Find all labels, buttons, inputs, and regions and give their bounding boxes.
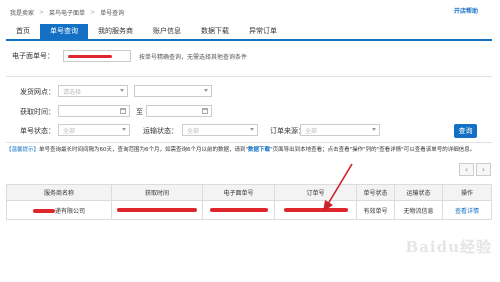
redacted-waybill-value [68,54,112,58]
transport-label-row: 运输状态： [143,126,178,136]
provider-suffix: 递有限公司 [54,207,85,215]
branch-placeholder: 请选择 [63,88,82,96]
search-button[interactable]: 查询 [454,124,477,138]
tab-waybill-query[interactable]: 单号查询 [40,24,88,39]
waybill-input[interactable] [63,50,131,62]
cell-actions: 查看详情 [442,200,492,220]
branch-select-city[interactable] [134,85,212,97]
end-date-input[interactable] [146,105,212,117]
arrow-shaft [327,163,353,205]
tab-home[interactable]: 首页 [6,24,40,39]
tab-exception-orders[interactable]: 异常订单 [239,24,287,39]
notice-text: 【温馨提示】单号查询最长时间间隔为60天，查询范围为6个月，如需查询6个月以前的… [6,147,476,153]
col-waybill-number: 电子面单号 [202,184,275,201]
col-fetch-time: 获取时间 [111,184,203,201]
table-row: 递有限公司 有效单号 无物流信息 查看详情 [6,200,492,220]
breadcrumb-home[interactable]: 我是卖家 [10,8,34,17]
next-page-button[interactable]: › [476,163,491,176]
data-download-link[interactable]: 数据下载 [248,147,270,153]
redacted-provider-prefix [32,209,55,213]
transport-value: 全部 [187,127,200,135]
chevron-down-icon [250,128,254,131]
waybill-label: 电子面单号： [12,52,54,60]
breadcrumb-separator: > [39,8,45,16]
section-divider [6,142,492,143]
calendar-icon [202,108,208,114]
arrow-head [323,200,333,212]
transport-select[interactable]: 全部 [182,124,258,136]
notice-tag: 【温馨提示】 [6,147,40,153]
status-select[interactable]: 全部 [58,124,130,136]
col-actions: 操作 [442,184,492,201]
cell-provider-name: 递有限公司 [6,200,112,220]
time-label: 获取时间： [20,108,55,116]
time-label-row: 获取时间： [20,107,55,117]
col-transport-status: 运输状态 [394,184,443,201]
branch-select-province[interactable]: 请选择 [58,85,128,97]
tab-my-providers[interactable]: 我的服务商 [88,24,143,39]
cell-waybill-status: 有效单号 [356,200,395,220]
view-detail-link[interactable]: 查看详情 [455,208,479,215]
source-value: 全部 [305,127,318,135]
status-value: 全部 [63,127,76,135]
tab-bar: 首页 单号查询 我的服务商 账户信息 数据下载 异常订单 [6,24,492,41]
chevron-down-icon [204,89,208,92]
branch-label-row: 发货网点： [20,87,55,97]
cell-fetch-time [111,200,203,220]
breadcrumb-level2: 单号查询 [100,9,125,17]
help-link[interactable]: 开店帮助 [454,6,478,15]
tab-data-download[interactable]: 数据下载 [191,24,239,39]
waybill-label-row: 电子面单号： [12,51,54,61]
chevron-down-icon [372,128,376,131]
baidu-jingyan-watermark: Baidu经验 [405,238,492,256]
waybill-hint: 按单号精确查询，无需选择其他查询条件 [139,54,248,61]
redacted-waybill-number [209,208,268,212]
time-to-label: 至 [136,108,143,116]
section-divider [6,76,492,77]
tab-account-info[interactable]: 账户信息 [143,24,191,39]
notice-text-1: 单号查询最长时间间隔为60天，查询范围为6个月，如需查询6个月以前的数据，请到 [39,147,246,153]
source-select[interactable]: 全部 [300,124,380,136]
chevron-down-icon [122,128,126,131]
chevron-down-icon [120,89,124,92]
status-label-row: 单号状态： [20,126,55,136]
start-date-input[interactable] [58,105,130,117]
transport-label: 运输状态： [143,127,178,135]
col-waybill-status: 单号状态 [356,184,395,201]
prev-page-button[interactable]: ‹ [459,163,474,176]
time-to-row: 至 [136,107,143,117]
waybill-hint-row: 按单号精确查询，无需选择其他查询条件 [139,52,247,61]
col-provider-name: 服务商名称 [6,184,112,201]
branch-label: 发货网点： [20,88,55,96]
results-table: 服务商名称 获取时间 电子面单号 订单号 单号状态 运输状态 操作 递有限公司 … [6,184,492,220]
calendar-icon [120,108,126,114]
redacted-fetch-time [117,208,197,212]
notice-text-2: 页面导出到本地查看；点击查看"操作"列的"查看详情"可以查看该单号的详细信息。 [272,147,476,153]
breadcrumb-separator: > [90,8,96,16]
status-label: 单号状态： [20,127,55,135]
cell-transport-status: 无物流信息 [394,200,443,220]
cell-waybill-number [202,200,275,220]
breadcrumb: 我是卖家 > 菜鸟电子面单 > 单号查询 [10,6,124,18]
annotation-arrow [323,163,353,212]
breadcrumb-level1[interactable]: 菜鸟电子面单 [49,8,85,17]
table-header-row: 服务商名称 获取时间 电子面单号 订单号 单号状态 运输状态 操作 [6,184,492,201]
